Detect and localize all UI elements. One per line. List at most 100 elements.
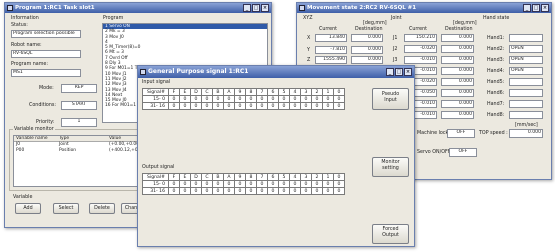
hand-state-label: Hand state (483, 16, 510, 21)
maximize-icon[interactable]: □ (532, 4, 540, 12)
close-icon[interactable]: × (404, 68, 412, 76)
signal-bit[interactable]: 0 (300, 187, 312, 195)
signal-bit[interactable]: 0 (245, 187, 257, 195)
signal-bit[interactable]: 0 (300, 180, 312, 188)
var-header-name[interactable]: Variable name (14, 136, 59, 141)
var-header-value[interactable]: Value (109, 136, 121, 141)
signal-bit[interactable]: 0 (190, 187, 202, 195)
signal-bit[interactable]: 0 (190, 95, 202, 103)
signal-bit[interactable]: 0 (245, 180, 257, 188)
signal-bit[interactable]: 0 (168, 187, 180, 195)
signal-bit[interactable]: 0 (201, 95, 213, 103)
minimize-icon[interactable]: _ (386, 68, 394, 76)
signal-bit[interactable]: 0 (256, 187, 268, 195)
xyz-current-y: -7.810 (315, 46, 347, 54)
signal-bit[interactable]: 0 (322, 102, 334, 110)
signal-bit[interactable]: 0 (333, 187, 345, 195)
signal-bit[interactable]: 0 (256, 180, 268, 188)
signal-bit[interactable]: 0 (190, 180, 202, 188)
signal-bit[interactable]: 0 (179, 180, 191, 188)
signal-bit[interactable]: 0 (278, 102, 290, 110)
close-icon[interactable]: × (261, 4, 269, 12)
signal-bit[interactable]: 0 (311, 95, 323, 103)
signal-bit[interactable]: 0 (245, 95, 257, 103)
signal-bit[interactable]: 0 (201, 180, 213, 188)
signal-bit[interactable]: 0 (300, 102, 312, 110)
close-icon[interactable]: × (541, 4, 549, 12)
signal-bit[interactable]: 0 (201, 187, 213, 195)
signal-bit[interactable]: 0 (289, 95, 301, 103)
signal-bit[interactable]: 0 (234, 102, 246, 110)
signal-bit[interactable]: 0 (256, 102, 268, 110)
signal-bit[interactable]: 0 (278, 187, 290, 195)
signal-bit[interactable]: 0 (311, 102, 323, 110)
add-button[interactable]: Add (15, 203, 41, 214)
signal-bit[interactable]: 0 (333, 180, 345, 188)
signal-bit[interactable]: 0 (322, 95, 334, 103)
signal-bit[interactable]: 0 (333, 95, 345, 103)
signal-bit[interactable]: 0 (168, 102, 180, 110)
signal-bit[interactable]: 0 (311, 180, 323, 188)
signal-bit[interactable]: 0 (168, 180, 180, 188)
signal-bit[interactable]: 0 (289, 102, 301, 110)
bit-header: 0 (333, 173, 345, 181)
signal-bit[interactable]: 0 (179, 95, 191, 103)
signal-window-titlebar[interactable]: General Purpose signal 1:RC1 _ □ × (138, 66, 414, 78)
signal-bit[interactable]: 0 (267, 95, 279, 103)
signal-bit[interactable]: 0 (212, 180, 224, 188)
information-label: Information (11, 16, 39, 21)
minimize-icon[interactable]: _ (243, 4, 251, 12)
signal-bit[interactable]: 0 (278, 180, 290, 188)
bit-header: 6 (267, 88, 279, 96)
signal-bit[interactable]: 0 (267, 180, 279, 188)
minimize-icon[interactable]: _ (523, 4, 531, 12)
signal-bit[interactable]: 0 (212, 187, 224, 195)
signal-bit[interactable]: 0 (190, 102, 202, 110)
signal-bit[interactable]: 0 (322, 187, 334, 195)
signal-bit[interactable]: 0 (223, 102, 235, 110)
signal-bit[interactable]: 0 (333, 102, 345, 110)
signal-bit[interactable]: 0 (223, 95, 235, 103)
monitor-setting-button[interactable]: Monitor setting (372, 157, 409, 177)
servo-field: OFF (449, 148, 477, 157)
signal-bit[interactable]: 0 (322, 180, 334, 188)
signal-bit[interactable]: 0 (289, 187, 301, 195)
maximize-icon[interactable]: □ (252, 4, 260, 12)
hand-value (509, 89, 543, 97)
var-header-type[interactable]: Type (59, 136, 109, 141)
signal-bit[interactable]: 0 (234, 95, 246, 103)
pseudo-input-button[interactable]: Pseudo Input (372, 88, 409, 110)
signal-bit[interactable]: 0 (179, 187, 191, 195)
signal-bit[interactable]: 0 (168, 95, 180, 103)
input-signal-table: Signal# F E D C B A 9 8 7 6 5 4 3 2 1 0 … (142, 88, 345, 110)
forced-output-button[interactable]: Forced Output (372, 224, 409, 244)
maximize-icon[interactable]: □ (395, 68, 403, 76)
signal-bit[interactable]: 0 (223, 180, 235, 188)
signal-bit[interactable]: 0 (311, 187, 323, 195)
signal-bit[interactable]: 0 (179, 102, 191, 110)
signal-bit[interactable]: 0 (212, 102, 224, 110)
window-app-icon (7, 5, 13, 11)
priority-field[interactable]: 1 (61, 118, 97, 127)
hand-value (509, 100, 543, 108)
signal-bit[interactable]: 0 (212, 95, 224, 103)
select-button[interactable]: Select (53, 203, 79, 214)
signal-bit[interactable]: 0 (267, 187, 279, 195)
bit-header: 1 (322, 173, 334, 181)
signal-bit[interactable]: 0 (245, 102, 257, 110)
joint-dest: 0.000 (441, 78, 474, 86)
task-window-titlebar[interactable]: Program 1:RC1 Task slot1 _ □ × (5, 3, 271, 13)
signal-bit[interactable]: 0 (267, 102, 279, 110)
signal-bit[interactable]: 0 (256, 95, 268, 103)
signal-bit[interactable]: 0 (234, 180, 246, 188)
var-name: P00 (16, 147, 25, 153)
signal-bit[interactable]: 0 (223, 187, 235, 195)
signal-bit[interactable]: 0 (278, 95, 290, 103)
movement-window-titlebar[interactable]: Movement state 2:RC2 RV-6SQL #1 _ □ × (297, 3, 551, 13)
signal-bit[interactable]: 0 (201, 102, 213, 110)
signal-bit[interactable]: 0 (234, 187, 246, 195)
conditions-field: START (61, 101, 97, 110)
delete-button[interactable]: Delete (89, 203, 115, 214)
signal-bit[interactable]: 0 (289, 180, 301, 188)
signal-bit[interactable]: 0 (300, 95, 312, 103)
